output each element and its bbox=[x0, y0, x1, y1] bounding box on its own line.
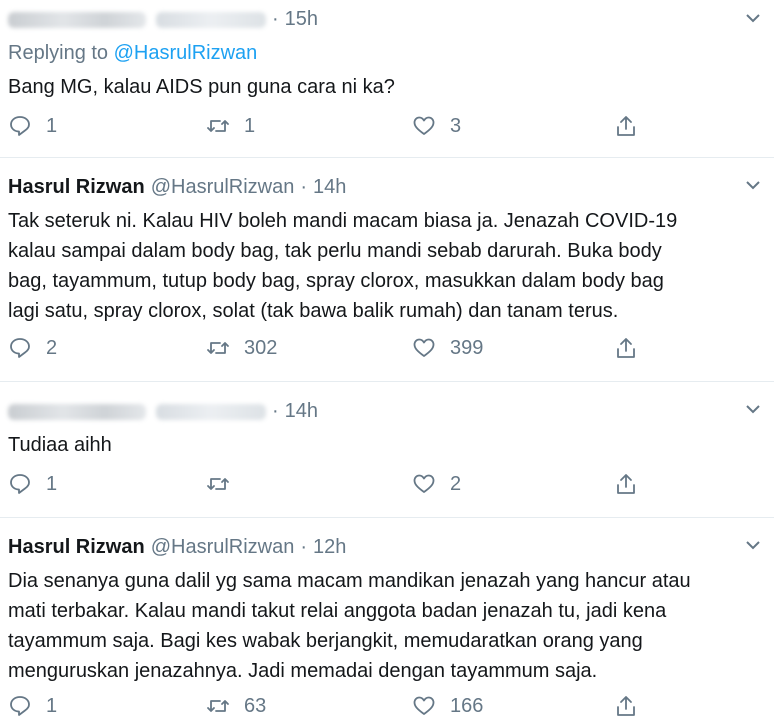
tweet-time[interactable]: 14h bbox=[313, 176, 346, 199]
tweet-text: Dia senanya guna dalil yg sama macam man… bbox=[8, 566, 768, 686]
tweet-time[interactable]: 15h bbox=[285, 8, 318, 31]
user-name[interactable]: Hasrul Rizwan bbox=[8, 536, 145, 559]
retweet-button[interactable]: 302 bbox=[206, 336, 277, 360]
share-button[interactable] bbox=[614, 336, 638, 360]
reply-button[interactable]: 1 bbox=[8, 694, 57, 718]
tweet-header: Hasrul Rizwan @HasrulRizwan · 14h bbox=[8, 176, 346, 199]
reply-button[interactable]: 1 bbox=[8, 472, 57, 496]
share-button[interactable] bbox=[614, 114, 638, 138]
like-button[interactable]: 399 bbox=[412, 336, 483, 360]
tweet-text-line: tayammum saja. Bagi kes wabak berjangkit… bbox=[8, 630, 643, 652]
tweet-text-line: Tak seteruk ni. Kalau HIV boleh mandi ma… bbox=[8, 210, 678, 232]
tweet-text-line: lagi satu, spray clorox, solat (tak bawa… bbox=[8, 300, 619, 322]
blurred-user-handle bbox=[156, 11, 266, 28]
reply-button[interactable]: 2 bbox=[8, 336, 57, 360]
tweet-actions: 1 2 bbox=[0, 472, 774, 502]
tweet-actions: 1 1 3 bbox=[0, 114, 774, 144]
tweet-actions: 1 63 166 bbox=[0, 694, 774, 724]
like-button[interactable]: 2 bbox=[412, 472, 461, 496]
like-icon bbox=[413, 696, 435, 715]
replying-to: Replying to @HasrulRizwan bbox=[8, 42, 257, 65]
retweet-icon bbox=[207, 342, 229, 354]
chevron-down-icon[interactable] bbox=[746, 13, 760, 23]
retweet-button[interactable]: 63 bbox=[206, 694, 266, 718]
separator-dot: · bbox=[300, 176, 308, 198]
share-button[interactable] bbox=[614, 694, 638, 718]
tweet-text-line: menguruskan jenazahnya. Jadi memadai den… bbox=[8, 660, 598, 682]
tweet-text: Bang MG, kalau AIDS pun guna cara ni ka? bbox=[8, 76, 395, 98]
tweet-actions: 2 302 399 bbox=[0, 336, 774, 366]
separator-dot: · bbox=[300, 536, 308, 558]
tweet-4[interactable]: Hasrul Rizwan @HasrulRizwan · 12h Dia se… bbox=[0, 518, 774, 727]
separator-dot: · bbox=[272, 400, 279, 422]
tweet-text-line: kalau sampai dalam body bag, tak perlu m… bbox=[8, 240, 662, 262]
share-icon bbox=[617, 474, 635, 494]
share-icon bbox=[617, 696, 635, 716]
reply-button[interactable]: 1 bbox=[8, 114, 57, 138]
replying-to-link[interactable]: @HasrulRizwan bbox=[114, 42, 258, 64]
tweet-text-line: mati terbakar. Kalau mandi takut relai a… bbox=[8, 600, 667, 622]
tweet-header: · 15h bbox=[8, 8, 318, 31]
tweet-time[interactable]: 12h bbox=[313, 536, 346, 559]
blurred-user-name bbox=[8, 403, 146, 420]
like-icon bbox=[413, 116, 435, 135]
like-count: 2 bbox=[450, 472, 462, 495]
tweet-text-line: Dia senanya guna dalil yg sama macam man… bbox=[8, 570, 691, 592]
retweet-count: 1 bbox=[244, 114, 256, 137]
reply-count: 1 bbox=[46, 694, 58, 717]
chevron-down-icon[interactable] bbox=[746, 540, 760, 550]
reply-count: 1 bbox=[46, 114, 58, 137]
retweet-button[interactable] bbox=[206, 472, 244, 496]
retweet-count: 63 bbox=[244, 694, 267, 717]
user-handle[interactable]: @HasrulRizwan bbox=[151, 536, 295, 559]
reply-icon bbox=[10, 696, 30, 716]
retweet-icon bbox=[207, 120, 229, 132]
retweet-button[interactable]: 1 bbox=[206, 114, 255, 138]
like-count: 166 bbox=[450, 694, 484, 717]
like-button[interactable]: 166 bbox=[412, 694, 483, 718]
like-count: 399 bbox=[450, 336, 484, 359]
share-button[interactable] bbox=[614, 472, 638, 496]
like-count: 3 bbox=[450, 114, 462, 137]
tweet-1[interactable]: · 15h Replying to @HasrulRizwan Bang MG,… bbox=[0, 0, 774, 148]
reply-count: 1 bbox=[46, 472, 58, 495]
share-icon bbox=[617, 338, 635, 358]
separator-dot: · bbox=[272, 8, 279, 30]
tweet-header: · 14h bbox=[8, 400, 318, 423]
like-button[interactable]: 3 bbox=[412, 114, 461, 138]
retweet-icon bbox=[207, 700, 229, 712]
like-icon bbox=[413, 338, 435, 357]
tweet-3[interactable]: · 14h Tudiaa aihh 1 2 bbox=[0, 382, 774, 508]
tweet-text-line: bag, tayammum, tutup body bag, spray clo… bbox=[8, 270, 664, 292]
tweet-text: Tak seteruk ni. Kalau HIV boleh mandi ma… bbox=[8, 206, 768, 326]
blurred-user-handle bbox=[156, 403, 266, 420]
tweet-header: Hasrul Rizwan @HasrulRizwan · 12h bbox=[8, 536, 346, 559]
chevron-down-icon[interactable] bbox=[746, 180, 760, 190]
chevron-down-icon[interactable] bbox=[746, 404, 760, 414]
share-icon bbox=[617, 116, 635, 136]
reply-count: 2 bbox=[46, 336, 58, 359]
tweet-text: Tudiaa aihh bbox=[8, 434, 112, 456]
tweet-2[interactable]: Hasrul Rizwan @HasrulRizwan · 14h Tak se… bbox=[0, 158, 774, 380]
user-name[interactable]: Hasrul Rizwan bbox=[8, 176, 145, 199]
reply-icon bbox=[10, 474, 30, 494]
blurred-user-name bbox=[8, 11, 146, 28]
retweet-icon bbox=[207, 478, 229, 490]
reply-icon bbox=[10, 338, 30, 358]
reply-icon bbox=[10, 116, 30, 136]
replying-label: Replying to bbox=[8, 42, 109, 64]
tweet-time[interactable]: 14h bbox=[285, 400, 318, 423]
like-icon bbox=[413, 474, 435, 493]
retweet-count: 302 bbox=[244, 336, 278, 359]
user-handle[interactable]: @HasrulRizwan bbox=[151, 176, 295, 199]
